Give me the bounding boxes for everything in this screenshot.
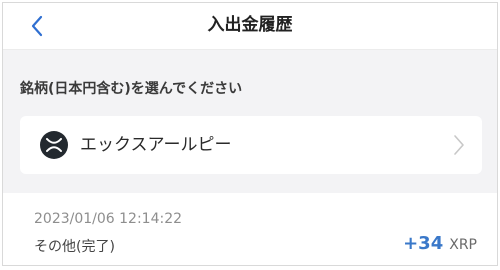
history-list-item[interactable]: 2023/01/06 12:14:22 その他(完了) +34 XRP <box>3 193 497 265</box>
coin-name: エックスアールピー <box>80 135 232 155</box>
amount-value: +34 <box>403 233 444 254</box>
screen: 入出金履歴 銘柄(日本円含む)を選んでください エックスアールピー 2023/0… <box>2 2 498 266</box>
transaction-type: その他(完了) <box>34 239 115 255</box>
amount-unit: XRP <box>449 237 477 253</box>
transaction-amount: +34 XRP <box>403 233 477 254</box>
coin-selector[interactable]: エックスアールピー <box>20 116 482 174</box>
select-coin-label: 銘柄(日本円含む)を選んでください <box>20 81 243 97</box>
back-button[interactable] <box>27 13 47 39</box>
app-header: 入出金履歴 <box>3 3 497 50</box>
chevron-right-icon <box>454 135 464 155</box>
chevron-left-icon <box>31 15 43 37</box>
page-title: 入出金履歴 <box>207 15 293 35</box>
xrp-icon <box>40 131 68 159</box>
transaction-date: 2023/01/06 12:14:22 <box>34 211 183 227</box>
